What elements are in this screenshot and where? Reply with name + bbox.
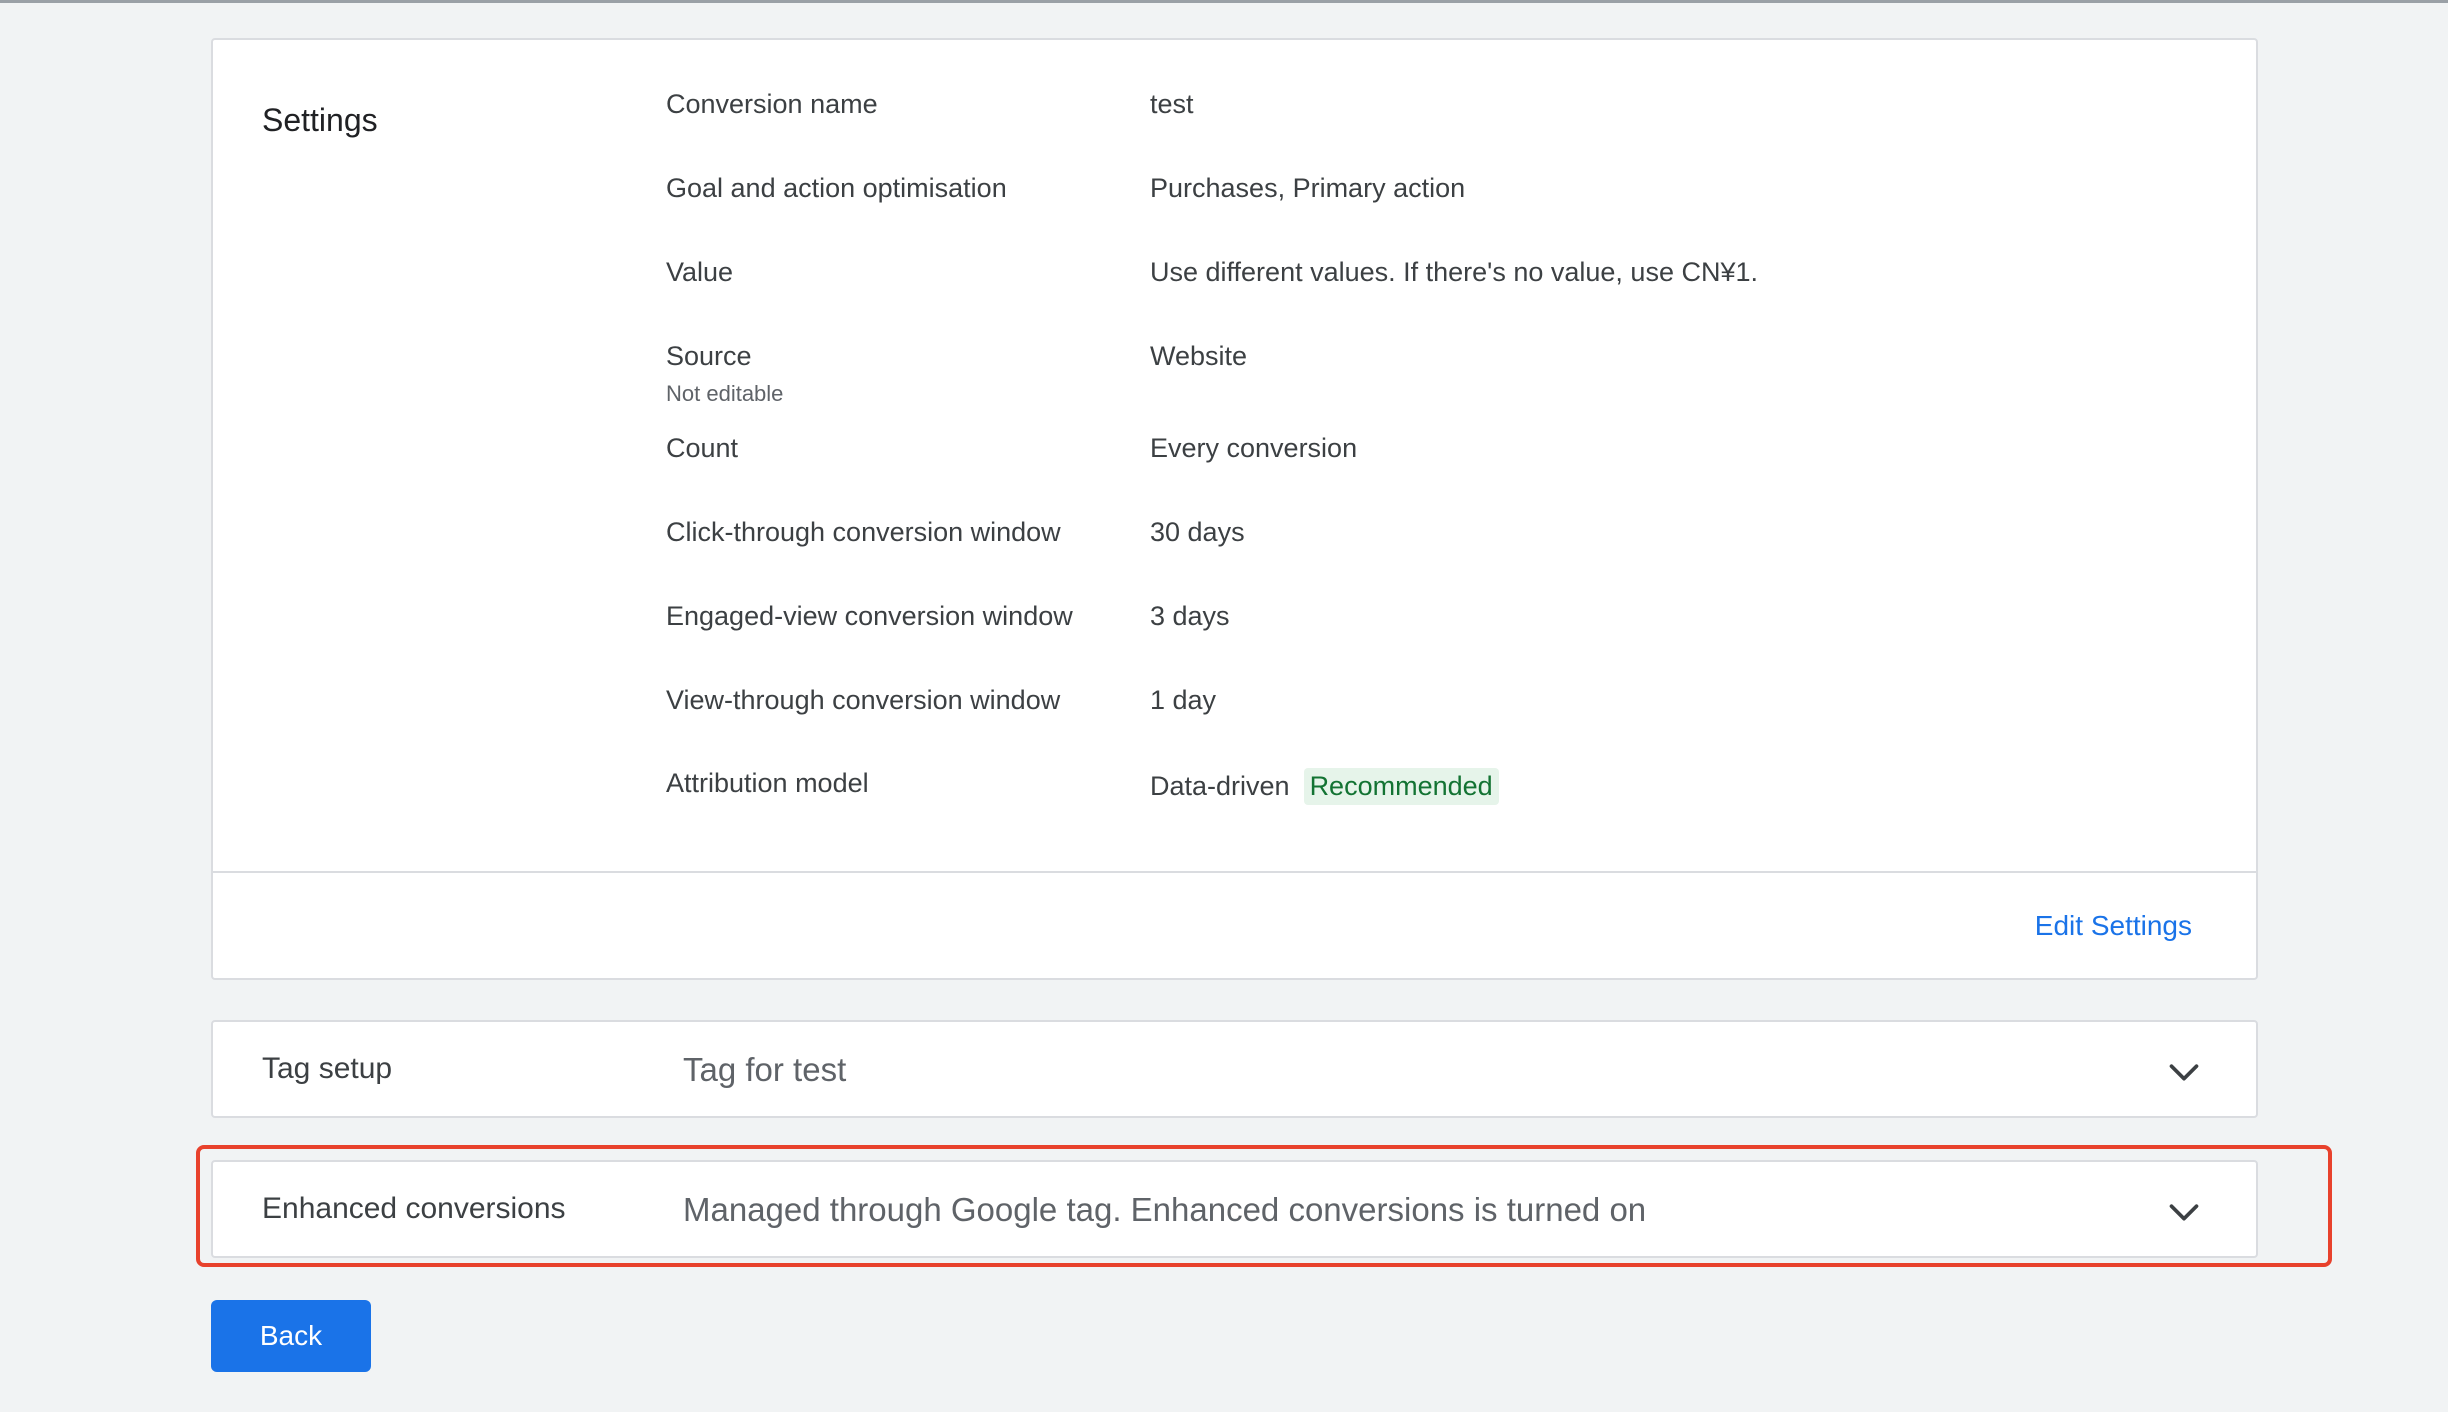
row-value: Purchases, Primary action bbox=[1150, 173, 1466, 203]
settings-row-goal: Goal and action optimisation Purchases, … bbox=[213, 173, 2256, 233]
enhanced-conversions-section[interactable]: Enhanced conversions Managed through Goo… bbox=[211, 1160, 2258, 1258]
card-divider bbox=[213, 871, 2256, 873]
row-value: 1 day bbox=[1150, 685, 1217, 715]
row-value: 3 days bbox=[1150, 601, 1230, 631]
row-label: Source bbox=[666, 341, 752, 371]
enhanced-conversions-label: Enhanced conversions bbox=[262, 1192, 566, 1225]
enhanced-conversions-summary: Managed through Google tag. Enhanced con… bbox=[683, 1191, 1647, 1228]
tag-setup-summary: Tag for test bbox=[683, 1051, 847, 1088]
settings-row-count: Count Every conversion bbox=[213, 433, 2256, 493]
settings-row-conversion-name: Conversion name test bbox=[213, 89, 2256, 149]
row-value: Use different values. If there's no valu… bbox=[1150, 257, 1758, 287]
row-label: Conversion name bbox=[666, 89, 878, 119]
row-label: View-through conversion window bbox=[666, 685, 1061, 715]
row-value: Every conversion bbox=[1150, 433, 1358, 463]
settings-row-value: Value Use different values. If there's n… bbox=[213, 257, 2256, 317]
tag-setup-label: Tag setup bbox=[262, 1052, 393, 1085]
back-button[interactable]: Back bbox=[211, 1300, 371, 1372]
row-label: Engaged-view conversion window bbox=[666, 601, 1073, 631]
chevron-down-icon[interactable] bbox=[2164, 1052, 2204, 1092]
row-value-container: Data-driven Recommended bbox=[1150, 768, 1499, 805]
settings-row-attribution: Attribution model Data-driven Recommended bbox=[213, 768, 2256, 828]
settings-row-click-through: Click-through conversion window 30 days bbox=[213, 517, 2256, 577]
row-label: Value bbox=[666, 257, 734, 287]
settings-card: Settings Conversion name test Goal and a… bbox=[211, 38, 2258, 980]
settings-row-view-through: View-through conversion window 1 day bbox=[213, 685, 2256, 745]
tag-setup-section[interactable]: Tag setup Tag for test bbox=[211, 1020, 2258, 1118]
row-label: Click-through conversion window bbox=[666, 517, 1061, 547]
top-edge-divider bbox=[0, 0, 2448, 3]
settings-row-source: Source Not editable Website bbox=[213, 341, 2256, 421]
settings-row-engaged-view: Engaged-view conversion window 3 days bbox=[213, 601, 2256, 661]
edit-settings-link[interactable]: Edit Settings bbox=[2035, 910, 2192, 942]
recommended-badge: Recommended bbox=[1303, 768, 1499, 805]
row-value: Data-driven bbox=[1150, 771, 1290, 801]
row-value: Website bbox=[1150, 341, 1248, 371]
row-label: Goal and action optimisation bbox=[666, 173, 1007, 203]
row-sublabel: Not editable bbox=[666, 381, 784, 406]
row-value: test bbox=[1150, 89, 1194, 119]
row-value: 30 days bbox=[1150, 517, 1245, 547]
row-label: Attribution model bbox=[666, 768, 869, 798]
row-label: Count bbox=[666, 433, 739, 463]
chevron-down-icon[interactable] bbox=[2164, 1192, 2204, 1232]
